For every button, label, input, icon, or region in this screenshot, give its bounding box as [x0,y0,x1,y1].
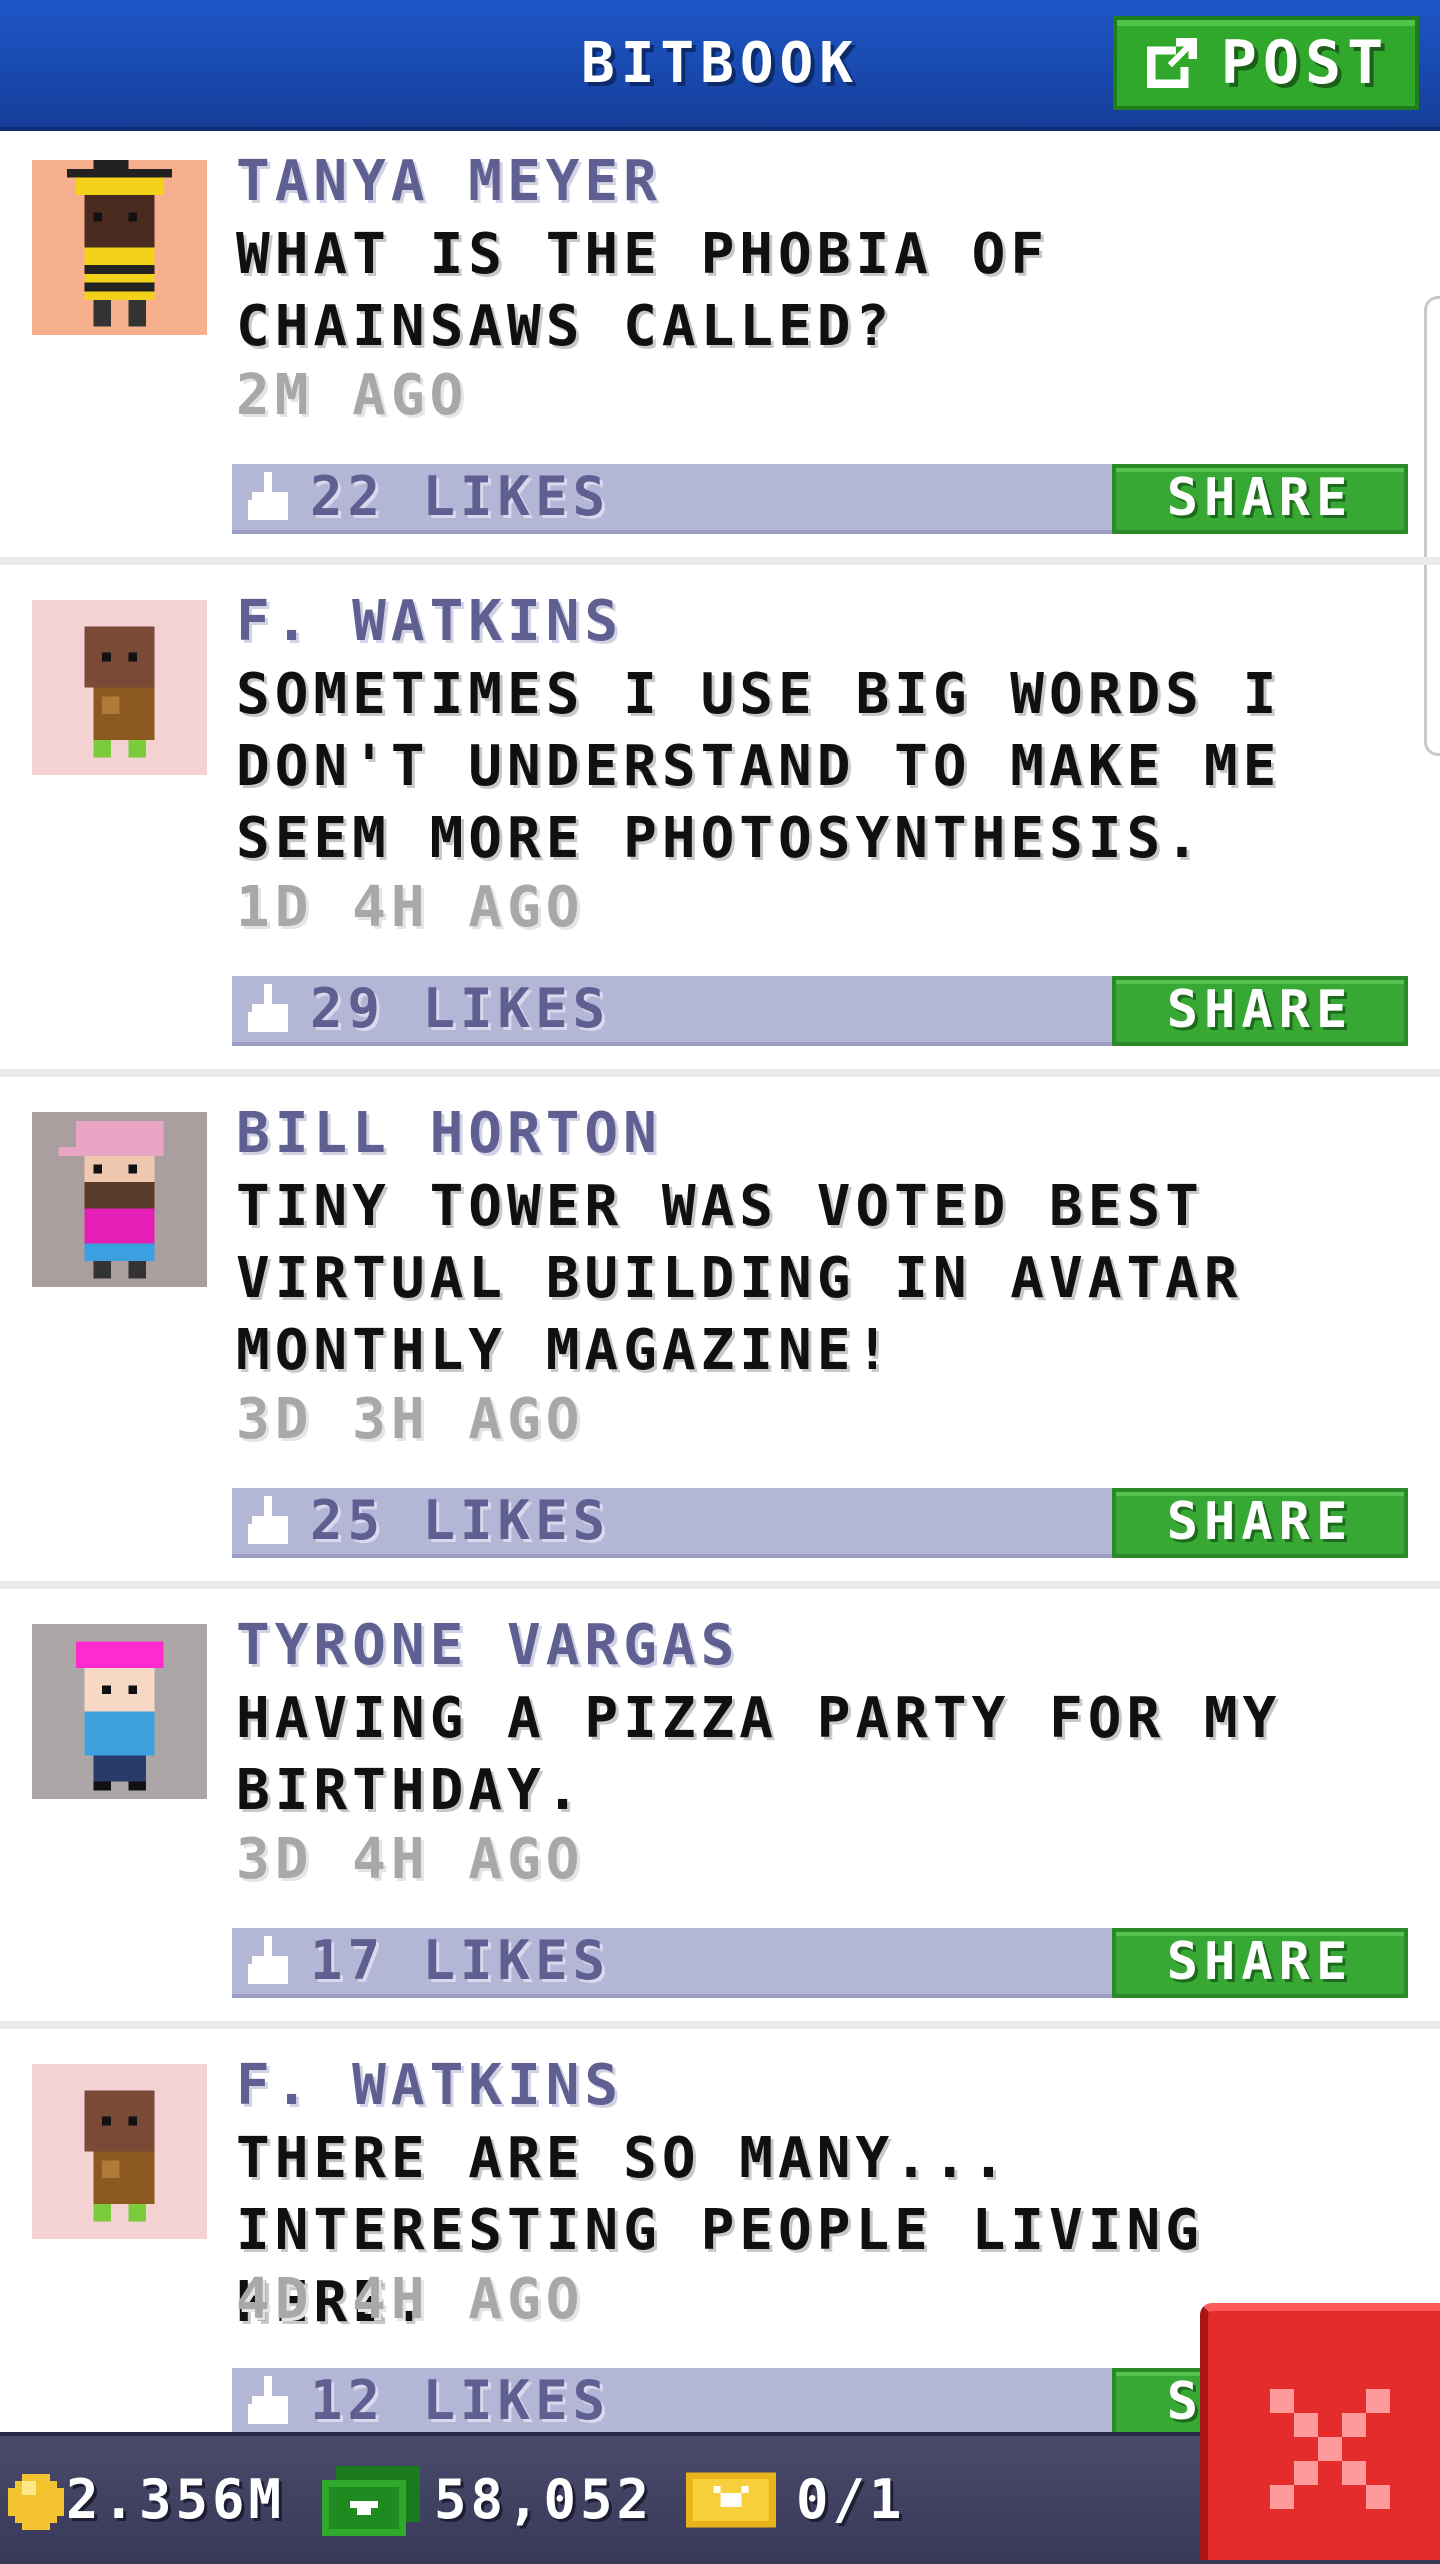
avatar[interactable] [32,2064,207,2239]
post-button-label: POST [1220,28,1390,98]
coin-icon [8,2474,64,2530]
post-time: 1D 4H AGO [236,875,585,940]
thumbs-up-icon [248,984,288,1032]
ticket-icon [686,2472,776,2528]
share-button[interactable]: SHARE [1112,1928,1408,1998]
like-count: 17 LIKES [310,1929,611,1992]
post-text: WHAT IS THE PHOBIA OF CHAINSAWS CALLED? [236,222,1050,359]
thumbs-up-icon [248,1936,288,1984]
post-text: TINY TOWER WAS VOTED BEST VIRTUAL BUILDI… [236,1174,1243,1383]
post-time: 3D 4H AGO [236,1827,585,1892]
share-button[interactable]: SHARE [1112,976,1408,1046]
post-divider [0,557,1440,565]
share-button[interactable]: SHARE [1112,1488,1408,1558]
like-bar[interactable]: 22 LIKES SHARE [232,464,1408,534]
coin-balance: 2.356M [66,2468,286,2531]
post-text: SOMETIMES I USE BIG WORDS I DON'T UNDERS… [236,662,1282,871]
avatar[interactable] [32,1112,207,1287]
post-author[interactable]: BILL HORTON [236,1101,662,1166]
thumbs-up-icon [248,472,288,520]
like-bar[interactable]: 29 LIKES SHARE [232,976,1408,1046]
compose-icon [1146,38,1197,88]
scroll-indicator [1424,296,1440,756]
post-time: 3D 3H AGO [236,1387,585,1452]
share-button[interactable]: SHARE [1112,464,1408,534]
post-time: 2M AGO [236,363,469,428]
like-count: 29 LIKES [310,977,611,1040]
post-button[interactable]: POST [1113,16,1419,110]
post-author[interactable]: TANYA MEYER [236,149,662,214]
post-text: HAVING A PIZZA PARTY FOR MY BIRTHDAY. [236,1686,1282,1823]
app-header: BITBOOK POST [0,0,1440,131]
close-button[interactable] [1200,2303,1440,2560]
post-divider [0,1581,1440,1589]
thumbs-up-icon [248,2376,288,2424]
like-bar[interactable]: 25 LIKES SHARE [232,1488,1408,1558]
post-author[interactable]: F. WATKINS [236,589,623,654]
avatar[interactable] [32,1624,207,1799]
post-time: 4D 4H AGO [236,2267,585,2332]
ticket-count: 0/1 [796,2468,906,2531]
thumbs-up-icon [248,1496,288,1544]
post-author[interactable]: F. WATKINS [236,2053,623,2118]
bux-balance: 58,052 [434,2468,654,2531]
close-icon [1270,2389,1390,2509]
post-author[interactable]: TYRONE VARGAS [236,1613,739,1678]
like-count: 22 LIKES [310,465,611,528]
bux-icon [322,2466,420,2536]
avatar[interactable] [32,160,207,335]
post-divider [0,1069,1440,1077]
avatar[interactable] [32,600,207,775]
like-count: 12 LIKES [310,2369,611,2432]
like-count: 25 LIKES [310,1489,611,1552]
like-bar[interactable]: 17 LIKES SHARE [232,1928,1408,1998]
post-divider [0,2021,1440,2029]
